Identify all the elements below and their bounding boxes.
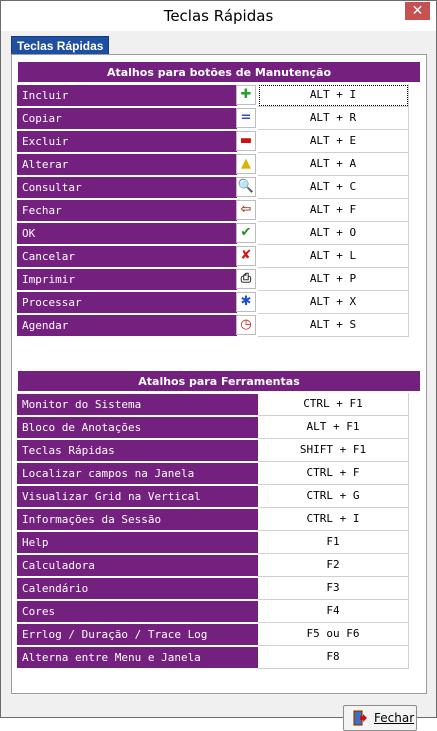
shortcut-label: Excluir: [17, 130, 237, 152]
shortcut-row[interactable]: Calculadora F2: [17, 554, 409, 577]
title-bar: Teclas Rápidas ✕: [1, 1, 436, 31]
section-header-maintenance: Atalhos para botões de Manutenção: [17, 61, 421, 83]
magnifier-icon: 🔍: [236, 177, 256, 197]
shortcut-key: CTRL + G: [258, 485, 409, 508]
shortcut-key: F1: [258, 531, 409, 554]
shortcut-label: Copiar: [17, 107, 237, 129]
shortcut-key: ALT + P: [258, 268, 409, 291]
shortcut-label: Bloco de Anotações: [17, 416, 258, 438]
shortcut-row[interactable]: Excluir ▬ ALT + E: [17, 130, 409, 153]
shortcut-key: ALT + F1: [258, 416, 409, 439]
minus-icon: ▬: [236, 131, 256, 151]
shortcut-key: ALT + O: [258, 222, 409, 245]
shortcut-row[interactable]: Fechar ⇦ ALT + F: [17, 199, 409, 222]
close-icon: ✕: [411, 3, 424, 19]
shortcut-label: Calculadora: [17, 554, 258, 576]
shortcut-row[interactable]: OK ✔ ALT + O: [17, 222, 409, 245]
plus-icon: ✚: [236, 85, 256, 105]
shortcut-key: CTRL + F: [258, 462, 409, 485]
exit-door-icon: [353, 710, 367, 726]
shortcut-key: F3: [258, 577, 409, 600]
fechar-button[interactable]: Fechar: [343, 705, 417, 731]
shortcut-key: ALT + S: [258, 314, 409, 337]
shortcut-row[interactable]: Agendar ◷ ALT + S: [17, 314, 409, 337]
close-button[interactable]: ✕: [405, 2, 430, 20]
shortcut-label: Alterar: [17, 153, 237, 175]
shortcut-label: Alterna entre Menu e Janela: [17, 646, 258, 668]
shortcut-row[interactable]: Bloco de Anotações ALT + F1: [17, 416, 409, 439]
shortcut-row[interactable]: Cancelar ✘ ALT + L: [17, 245, 409, 268]
shortcut-label: Fechar: [17, 199, 237, 221]
copy-icon: =: [236, 108, 256, 128]
shortcut-label: Processar: [17, 291, 237, 313]
shortcut-row[interactable]: Imprimir ⎙ ALT + P: [17, 268, 409, 291]
shortcut-key: ALT + F: [258, 199, 409, 222]
shortcut-row[interactable]: Alterna entre Menu e Janela F8: [17, 646, 409, 669]
shortcut-label: Visualizar Grid na Vertical: [17, 485, 258, 507]
shortcut-row[interactable]: Alterar ▲ ALT + A: [17, 153, 409, 176]
shortcut-label: OK: [17, 222, 237, 244]
shortcut-key: ALT + I: [258, 84, 409, 107]
shortcut-row[interactable]: Informações da Sessão CTRL + I: [17, 508, 409, 531]
shortcut-row[interactable]: Visualizar Grid na Vertical CTRL + G: [17, 485, 409, 508]
shortcut-key: CTRL + I: [258, 508, 409, 531]
client-area: Teclas Rápidas Atalhos para botões de Ma…: [7, 31, 430, 731]
shortcut-row[interactable]: Teclas Rápidas SHIFT + F1: [17, 439, 409, 462]
shortcut-row[interactable]: Processar ✱ ALT + X: [17, 291, 409, 314]
edit-icon: ▲: [236, 154, 256, 174]
shortcut-label: Errlog / Duração / Trace Log: [17, 623, 258, 645]
shortcut-row[interactable]: Calendário F3: [17, 577, 409, 600]
shortcut-row[interactable]: Copiar = ALT + R: [17, 107, 409, 130]
shortcut-row[interactable]: Errlog / Duração / Trace Log F5 ou F6: [17, 623, 409, 646]
section-header-tools: Atalhos para Ferramentas: [17, 370, 421, 392]
shortcut-row[interactable]: Localizar campos na Janela CTRL + F: [17, 462, 409, 485]
window-title: Teclas Rápidas: [163, 7, 274, 25]
shortcut-label: Agendar: [17, 314, 237, 336]
shortcut-key: F2: [258, 554, 409, 577]
shortcut-key: SHIFT + F1: [258, 439, 409, 462]
shortcut-row[interactable]: Incluir ✚ ALT + I: [17, 84, 409, 107]
shortcut-label: Teclas Rápidas: [17, 439, 258, 461]
shortcut-key: CTRL + F1: [258, 393, 409, 416]
shortcut-row[interactable]: Cores F4: [17, 600, 409, 623]
shortcut-key: ALT + E: [258, 130, 409, 153]
shortcut-key: ALT + A: [258, 153, 409, 176]
printer-icon: ⎙: [236, 269, 256, 289]
shortcut-label: Help: [17, 531, 258, 553]
shortcut-label: Consultar: [17, 176, 237, 198]
shortcuts-panel: Atalhos para botões de Manutenção Inclui…: [11, 54, 427, 694]
shortcut-key: ALT + X: [258, 291, 409, 314]
gears-icon: ✱: [236, 292, 256, 312]
check-icon: ✔: [236, 223, 256, 243]
shortcut-label: Incluir: [17, 84, 237, 106]
shortcut-label: Cancelar: [17, 245, 237, 267]
shortcut-key: ALT + R: [258, 107, 409, 130]
tab-teclas-rapidas[interactable]: Teclas Rápidas: [11, 36, 110, 54]
clock-icon: ◷: [236, 315, 256, 335]
shortcut-row[interactable]: Consultar 🔍 ALT + C: [17, 176, 409, 199]
shortcut-label: Cores: [17, 600, 258, 622]
fechar-button-label: Fechar: [374, 711, 415, 725]
shortcut-row[interactable]: Monitor do Sistema CTRL + F1: [17, 393, 409, 416]
shortcut-key: ALT + C: [258, 176, 409, 199]
exit-door-icon: ⇦: [236, 200, 256, 220]
shortcut-key: ALT + L: [258, 245, 409, 268]
shortcut-label: Informações da Sessão: [17, 508, 258, 530]
window: Teclas Rápidas ✕ Teclas Rápidas Atalhos …: [0, 0, 437, 731]
cancel-icon: ✘: [236, 246, 256, 266]
shortcut-key: F5 ou F6: [258, 623, 409, 646]
shortcut-key: F8: [258, 646, 409, 669]
shortcut-row[interactable]: Help F1: [17, 531, 409, 554]
shortcut-label: Localizar campos na Janela: [17, 462, 258, 484]
shortcut-label: Calendário: [17, 577, 258, 599]
shortcut-label: Monitor do Sistema: [17, 393, 258, 415]
shortcut-key: F4: [258, 600, 409, 623]
shortcut-label: Imprimir: [17, 268, 237, 290]
